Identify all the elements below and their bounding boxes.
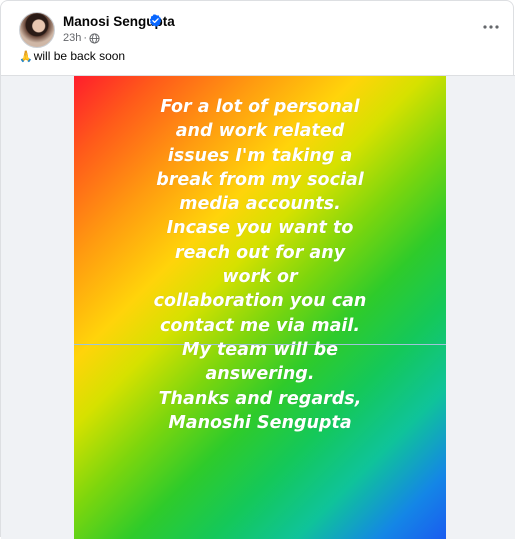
author-avatar[interactable] xyxy=(19,12,55,48)
post-media-container: For a lot of personal and work related iss… xyxy=(1,75,515,539)
pray-emoji-icon: 🙏 xyxy=(19,50,33,63)
image-text-line: For a lot of personal xyxy=(160,97,360,117)
post-caption: 🙏 will be back soon xyxy=(19,49,125,63)
image-text-line: media accounts. xyxy=(179,194,341,215)
post-meta: 23h · xyxy=(63,32,100,44)
image-text: For a lot of personal and work related iss… xyxy=(74,95,446,435)
image-text-line: Manoshi Sengupta xyxy=(168,412,352,433)
timestamp[interactable]: 23h xyxy=(63,32,81,44)
globe-icon xyxy=(89,32,100,44)
post-image[interactable]: For a lot of personal and work related iss… xyxy=(74,76,446,539)
image-text-line: My team will be xyxy=(182,339,338,360)
caption-text: will be back soon xyxy=(33,49,126,63)
more-options-button[interactable] xyxy=(479,15,503,39)
image-text-line: break from my social xyxy=(156,169,364,190)
image-text-line: contact me via mail. xyxy=(159,315,361,336)
verified-badge-icon xyxy=(149,14,162,27)
image-text-line: work or xyxy=(222,267,298,288)
image-text-line: answering. xyxy=(205,364,315,385)
image-text-line: and work related xyxy=(175,121,345,142)
image-text-line: reach out for any xyxy=(174,242,346,263)
post-card: Manosi Sengupta 23h · 🙏 will be back soo… xyxy=(0,0,515,539)
image-text-line: collaboration you can xyxy=(153,291,367,312)
image-text-line: Incase you want to xyxy=(166,218,354,239)
image-text-line: Thanks and regards, xyxy=(158,388,362,409)
image-text-line: issues I'm taking a xyxy=(167,145,353,166)
more-options-icon xyxy=(483,25,499,29)
